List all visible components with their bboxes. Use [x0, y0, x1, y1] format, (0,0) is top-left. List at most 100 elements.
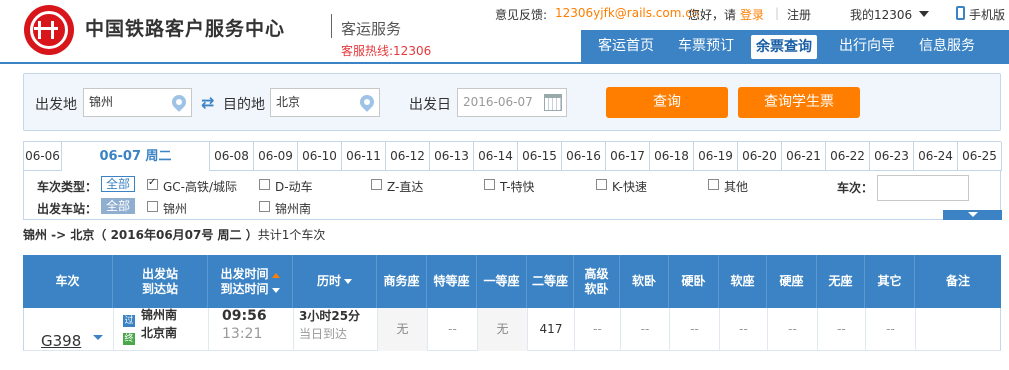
- search-button[interactable]: 查询: [606, 87, 728, 118]
- title-divider: [331, 14, 332, 38]
- checkbox-other[interactable]: [708, 179, 719, 190]
- date-tab[interactable]: 06-15: [518, 142, 562, 171]
- date-tab[interactable]: 06-16: [562, 142, 606, 171]
- col-depart-time: 出发时间: [220, 266, 269, 281]
- sort-down-icon[interactable]: [271, 287, 280, 293]
- date-tab[interactable]: 06-18: [650, 142, 694, 171]
- chevron-down-icon[interactable]: [919, 11, 929, 17]
- cell-remarks: [916, 308, 1000, 351]
- date-tab[interactable]: 06-22: [826, 142, 870, 171]
- checkbox-label-jinzhou: 锦州: [163, 202, 188, 216]
- feedback-email-link[interactable]: 12306yjfk@rails.com.cn: [555, 6, 699, 20]
- cell-soft-seat: --: [720, 308, 768, 351]
- link-separator: |: [775, 6, 780, 20]
- feedback-label: 意见反馈:: [495, 8, 548, 22]
- from-station-value: 锦州: [89, 95, 114, 109]
- site-title: 中国铁路客户服务中心: [85, 18, 286, 40]
- terminal-badge-icon: 终: [123, 333, 135, 345]
- col-duration-label: 历时: [316, 274, 341, 288]
- col-station-from: 出发站: [141, 266, 178, 281]
- checkbox-station-jinzhou[interactable]: [147, 201, 158, 212]
- train-no-input[interactable]: [877, 175, 969, 201]
- register-link[interactable]: 注册: [787, 6, 811, 23]
- from-station-input[interactable]: 锦州: [83, 88, 192, 117]
- swap-stations-icon[interactable]: ⇄: [201, 95, 217, 112]
- cell-hard-sleeper: --: [670, 308, 720, 351]
- checkbox-z[interactable]: [371, 179, 382, 190]
- query-panel: 出发地 锦州 ⇄ 目的地 北京 出发日 2016-06-07 查询 查询学生票: [23, 73, 1001, 131]
- greeting-text: 您好，请: [688, 8, 737, 22]
- checkbox-k[interactable]: [596, 179, 607, 190]
- date-tab[interactable]: 06-10: [298, 142, 342, 171]
- pass-badge-icon: 过: [123, 315, 135, 327]
- summary-date: （ 2016年06月07号 周二 ）: [94, 228, 258, 242]
- checkbox-label-k: K-快速: [612, 180, 647, 194]
- date-tab[interactable]: 06-06: [24, 142, 62, 171]
- student-ticket-button[interactable]: 查询学生票: [738, 87, 860, 118]
- nav-item-info-service[interactable]: 信息服务: [919, 30, 975, 62]
- cell-second: 417: [528, 308, 575, 351]
- date-tab[interactable]: 06-14: [474, 142, 518, 171]
- cell-deluxe: --: [575, 308, 621, 351]
- nav-underline: [0, 62, 1009, 64]
- nav-item-home[interactable]: 客运首页: [598, 30, 654, 62]
- col-deluxe-soft-sleeper: 高级 软卧: [574, 255, 620, 308]
- col-no-seat: 无座: [817, 255, 865, 308]
- date-tab[interactable]: 06-20: [738, 142, 782, 171]
- date-value: 2016-06-07: [463, 95, 533, 109]
- date-tab[interactable]: 06-23: [870, 142, 914, 171]
- date-tab[interactable]: 06-17: [606, 142, 650, 171]
- train-no-label: 车次：: [837, 181, 874, 195]
- my12306-menu[interactable]: 我的12306: [850, 6, 912, 23]
- checkbox-label-other: 其他: [724, 180, 749, 194]
- checkbox-d[interactable]: [259, 179, 270, 190]
- summary-count: 共计1个车次: [257, 228, 326, 242]
- expand-stops-icon[interactable]: [93, 335, 103, 340]
- sort-up-icon[interactable]: [271, 272, 280, 278]
- date-tab[interactable]: 06-24: [914, 142, 958, 171]
- depart-station-all-button[interactable]: 全部: [101, 198, 135, 214]
- railway-logo-icon[interactable]: [24, 5, 74, 55]
- nav-item-booking[interactable]: 车票预订: [678, 30, 734, 62]
- train-number-link[interactable]: G398: [41, 320, 81, 363]
- date-tab[interactable]: 06-08: [210, 142, 254, 171]
- date-tab[interactable]: 06-19: [694, 142, 738, 171]
- date-tab[interactable]: 06-12: [386, 142, 430, 171]
- date-tab[interactable]: 06-07 周二: [62, 142, 210, 171]
- col-second: 二等座: [527, 255, 574, 308]
- date-tab[interactable]: 06-25: [958, 142, 1002, 171]
- train-type-label: 车次类型：: [37, 180, 98, 194]
- sort-down-icon[interactable]: [344, 279, 352, 284]
- col-business: 商务座: [377, 255, 427, 308]
- date-tab[interactable]: 06-13: [430, 142, 474, 171]
- collapse-filters-button[interactable]: [943, 210, 1002, 220]
- filter-panel: 车次类型： 全部 GC-高铁/城际 D-动车 Z-直达 T-特快 K-快速 其他…: [23, 171, 1002, 220]
- train-type-all-button[interactable]: 全部: [101, 176, 135, 192]
- login-link[interactable]: 登录: [740, 6, 764, 23]
- cell-no-seat: --: [818, 308, 866, 351]
- cell-business: 无: [378, 308, 428, 351]
- location-pin-icon: [357, 92, 377, 112]
- col-premium: 特等座: [427, 255, 477, 308]
- date-tab[interactable]: 06-09: [254, 142, 298, 171]
- to-station-input[interactable]: 北京: [270, 88, 380, 117]
- mobile-version-link[interactable]: 手机版: [969, 6, 1005, 23]
- date-label: 出发日: [409, 97, 451, 113]
- cell-train: G398: [24, 308, 114, 351]
- calendar-icon[interactable]: [544, 94, 562, 111]
- checkbox-station-jinzhounan[interactable]: [259, 201, 270, 212]
- to-station-value: 北京: [276, 95, 301, 109]
- nav-item-ticket-query[interactable]: 余票查询: [756, 30, 812, 62]
- main-nav: 客运首页 车票预订 余票查询 出行向导 信息服务: [581, 30, 1009, 62]
- summary-route: 锦州 -> 北京: [23, 228, 95, 242]
- checkbox-gc[interactable]: [147, 177, 158, 190]
- top-links: 意见反馈: 12306yjfk@rails.com.cn 您好，请 登录 | 注…: [495, 6, 1009, 22]
- checkbox-t[interactable]: [484, 179, 495, 190]
- arrive-station[interactable]: 北京南: [141, 312, 177, 355]
- hotline-text: 客服热线:12306: [341, 44, 432, 58]
- nav-item-travel-guide[interactable]: 出行向导: [839, 30, 895, 62]
- date-input[interactable]: 2016-06-07: [457, 88, 567, 117]
- date-tab[interactable]: 06-11: [342, 142, 386, 171]
- date-tab[interactable]: 06-21: [782, 142, 826, 171]
- site-subtitle: 客运服务: [341, 20, 402, 38]
